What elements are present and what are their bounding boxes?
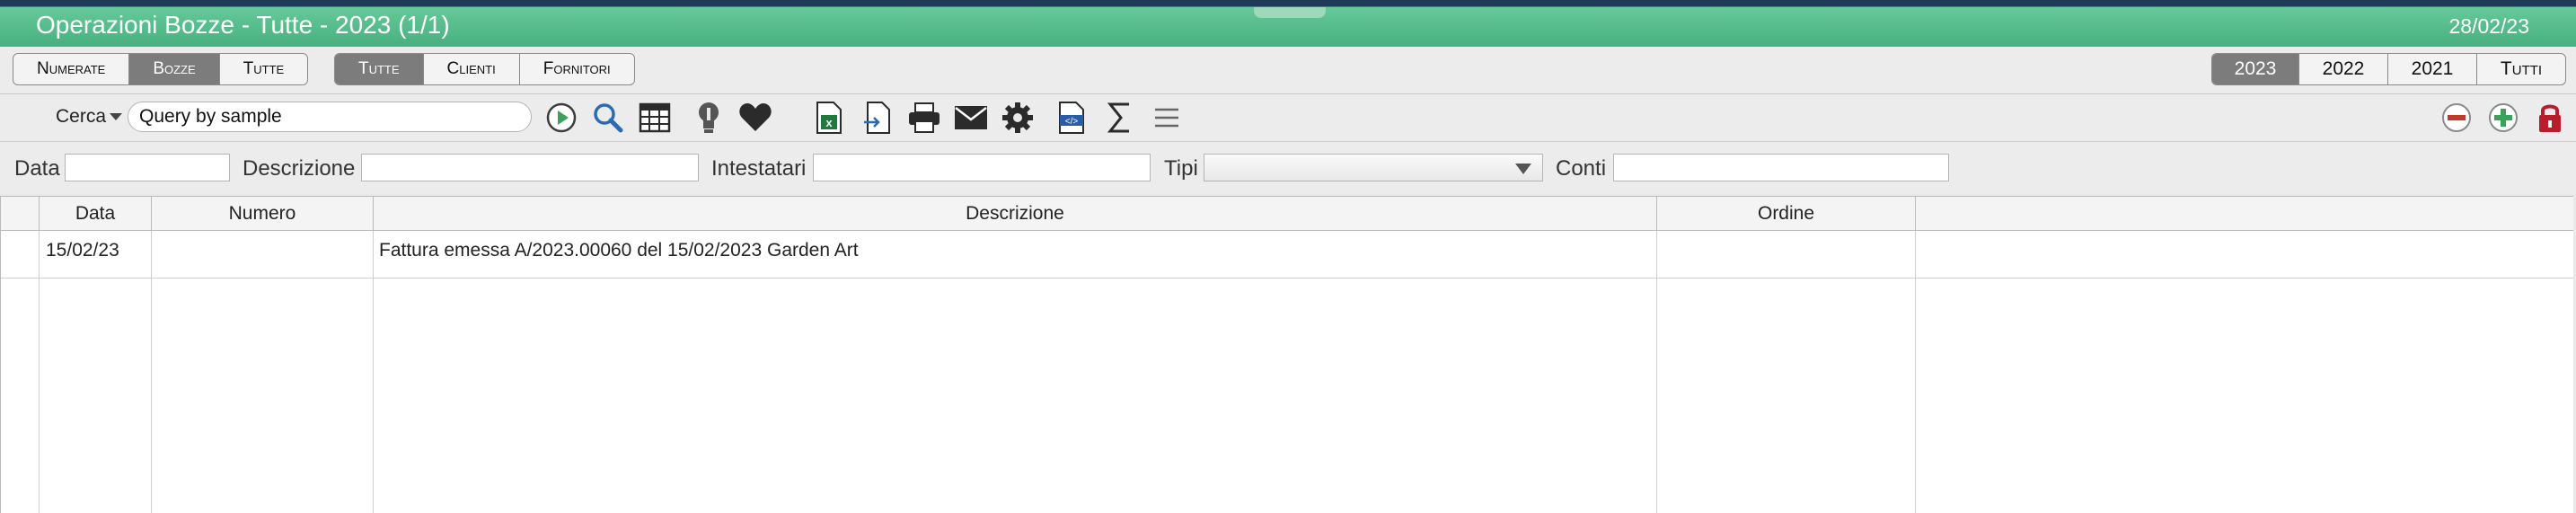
tab-bozze[interactable]: Bozze: [128, 54, 219, 84]
filter-label-tipi: Tipi: [1164, 156, 1198, 181]
cerca-label: Cerca: [56, 106, 107, 127]
print-icon[interactable]: [905, 100, 943, 136]
xml-icon[interactable]: </>: [1053, 100, 1090, 136]
cerca-menu[interactable]: Cerca: [56, 106, 123, 128]
remove-icon[interactable]: [2438, 100, 2475, 136]
column-header-descrizione[interactable]: Descrizione: [374, 197, 1657, 231]
tab-year-2022[interactable]: 2022: [2298, 54, 2387, 84]
excel-export-icon[interactable]: x: [810, 100, 848, 136]
column-selector: [1, 231, 40, 513]
column-data: [40, 231, 152, 513]
add-icon[interactable]: [2484, 100, 2522, 136]
year-segment: 2023 2022 2021 Tutti: [2211, 53, 2566, 85]
filter-label-descrizione: Descrizione: [243, 156, 356, 181]
heart-icon[interactable]: [737, 100, 774, 136]
mail-icon[interactable]: [952, 100, 990, 136]
page-title: Operazioni Bozze - Tutte - 2023 (1/1): [36, 11, 450, 39]
tab-year-2021[interactable]: 2021: [2387, 54, 2476, 84]
gear-icon[interactable]: [999, 100, 1037, 136]
import-icon[interactable]: [859, 100, 896, 136]
column-ordine: [1657, 231, 1916, 513]
tab-tutte-parties[interactable]: Tutte: [335, 54, 423, 84]
menu-icon[interactable]: [1148, 100, 1186, 136]
current-date: 28/02/23: [2448, 14, 2529, 38]
filter-label-data: Data: [14, 156, 60, 181]
column-header-numero[interactable]: Numero: [152, 197, 374, 231]
tab-year-tutti[interactable]: Tutti: [2476, 54, 2565, 84]
header-selector: [1, 197, 40, 231]
filter-tipi-select[interactable]: [1204, 154, 1543, 181]
lightbulb-icon[interactable]: [690, 100, 728, 136]
column-header-data[interactable]: Data: [40, 197, 152, 231]
row-divider: [1, 278, 2573, 279]
chevron-down-icon: [110, 113, 123, 121]
filter-label-intestatari: Intestatari: [711, 156, 807, 181]
tab-fornitori[interactable]: Fornitori: [518, 54, 634, 84]
sum-icon[interactable]: [1101, 100, 1139, 136]
column-numero: [152, 231, 374, 513]
column-descrizione: [374, 231, 1657, 513]
status-segment: Numerate Bozze Tutte: [13, 53, 309, 85]
filter-intestatari-input[interactable]: [813, 154, 1151, 181]
column-header-ordine[interactable]: Ordine: [1657, 197, 1916, 231]
filter-conti-input[interactable]: [1613, 154, 1949, 181]
cell-descrizione: Fattura emessa A/2023.00060 del 15/02/20…: [379, 240, 859, 261]
svg-text:x: x: [825, 116, 833, 129]
tab-numerate[interactable]: Numerate: [13, 54, 128, 84]
filter-data-input[interactable]: [65, 154, 230, 181]
window-header: Operazioni Bozze - Tutte - 2023 (1/1) 28…: [0, 0, 2576, 47]
results-table: Data Numero Descrizione Ordine 15/02/23 …: [0, 196, 2573, 513]
drag-handle[interactable]: [1254, 7, 1326, 18]
party-segment: Tutte Clienti Fornitori: [334, 53, 635, 85]
table-icon[interactable]: [636, 100, 674, 136]
tab-tutte[interactable]: Tutte: [218, 54, 308, 84]
tab-year-2023[interactable]: 2023: [2212, 54, 2298, 84]
tab-clienti[interactable]: Clienti: [422, 54, 519, 84]
search-icon[interactable]: [589, 100, 627, 136]
cell-data: 15/02/23: [46, 240, 119, 261]
chevron-down-icon: [1515, 164, 1531, 174]
filter-descrizione-input[interactable]: [361, 154, 699, 181]
svg-text:</>: </>: [1065, 117, 1079, 127]
search-input[interactable]: [128, 102, 532, 132]
lock-icon[interactable]: [2531, 100, 2569, 136]
header-filler: [1916, 197, 2573, 231]
filter-label-conti: Conti: [1556, 156, 1607, 181]
run-icon[interactable]: [543, 100, 580, 136]
